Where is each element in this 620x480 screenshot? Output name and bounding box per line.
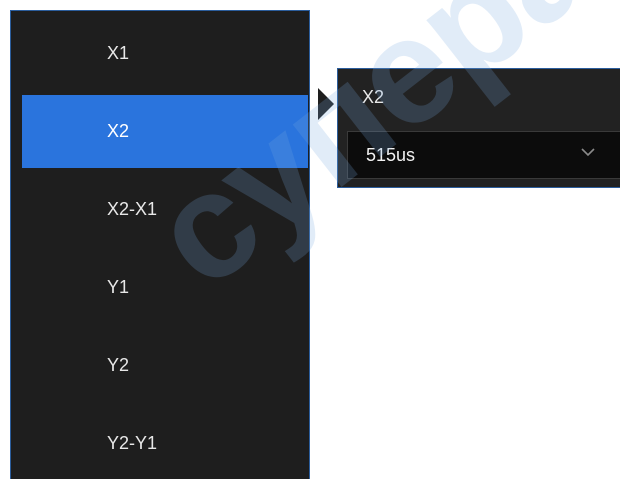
popover-pointer-arrow [318, 88, 334, 120]
menu-item-x2[interactable]: X2 [22, 95, 308, 168]
cursor-menu: X1 X2 X2-X1 Y1 Y2 Y2-Y1 [10, 10, 310, 479]
popover-title: X2 [362, 87, 385, 107]
menu-item-x2-x1[interactable]: X2-X1 [22, 173, 308, 246]
chevron-down-icon [581, 148, 595, 157]
menu-item-y2[interactable]: Y2 [22, 329, 308, 402]
menu-item-x1[interactable]: X1 [22, 17, 308, 90]
menu-item-y1[interactable]: Y1 [22, 251, 308, 324]
x2-value-text: 515us [366, 144, 416, 165]
menu-item-y2-y1[interactable]: Y2-Y1 [22, 407, 308, 480]
x2-value-select[interactable]: 515us [347, 131, 620, 179]
x2-value-popover: X2 515us [337, 68, 620, 188]
